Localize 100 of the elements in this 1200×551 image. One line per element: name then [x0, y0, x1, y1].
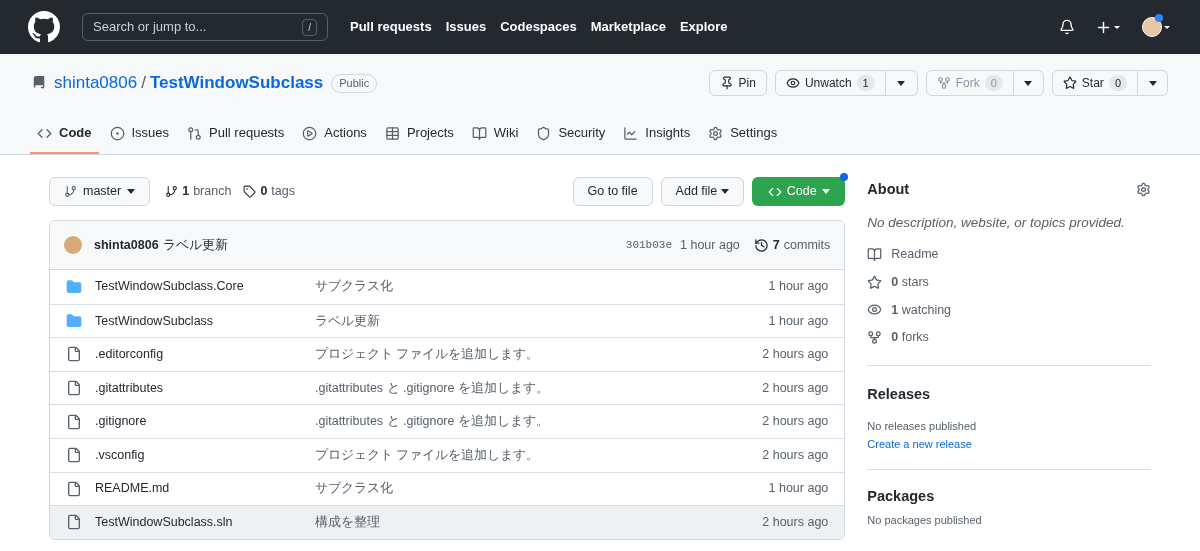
history-icon	[753, 237, 769, 253]
go-to-file-button[interactable]: Go to file	[572, 177, 653, 206]
commit-message-link[interactable]: サブクラス化	[315, 277, 393, 297]
commit-message-link[interactable]: プロジェクト ファイルを追加します。	[315, 345, 540, 364]
commit-time: 1 hour ago	[680, 236, 740, 254]
commit-sha-link[interactable]: 301b03e	[625, 236, 673, 254]
releases-heading: Releases	[867, 385, 932, 404]
repo-tab[interactable]: Wiki	[464, 114, 526, 154]
dropdown-button[interactable]	[1138, 70, 1168, 96]
caret-icon	[821, 189, 830, 194]
about-heading: About	[867, 180, 910, 199]
tags-link[interactable]: 0 tags	[243, 182, 295, 201]
nav-link[interactable]: Pull requests	[350, 17, 432, 37]
commit-time: 2 hours ago	[762, 379, 829, 397]
about-link[interactable]: Readme	[867, 245, 1151, 264]
file-name-link[interactable]: TestWindowSubclass.sln	[95, 513, 315, 532]
commit-time: 1 hour ago	[768, 278, 829, 296]
packages-heading: Packages	[867, 486, 936, 506]
folder-icon	[66, 278, 82, 295]
caret-icon	[1148, 80, 1157, 86]
commit-time: 2 hours ago	[762, 413, 829, 431]
settings-icon	[708, 125, 724, 141]
nav-link[interactable]: Codespaces	[500, 17, 577, 37]
file-icon	[66, 413, 82, 430]
pin-icon	[719, 76, 734, 90]
search-input[interactable]: Search or jump to...	[93, 17, 273, 37]
dropdown-button[interactable]	[1013, 70, 1044, 96]
fork-icon	[936, 76, 951, 90]
branch-icon	[64, 185, 77, 198]
repo-tab[interactable]: Issues	[102, 114, 177, 154]
branch-selector[interactable]: master	[49, 177, 151, 206]
commit-message-link[interactable]: .gitattributes と .gitignore を追加します。	[315, 378, 549, 398]
commit-author-link[interactable]: shinta0806	[94, 235, 159, 255]
count-badge: 0	[1108, 75, 1127, 91]
file-icon	[66, 346, 82, 363]
path-separator: /	[141, 72, 146, 95]
octocat-logo-icon[interactable]	[28, 11, 60, 43]
avatar	[64, 236, 82, 254]
owner-link[interactable]: shinta0806	[54, 70, 138, 96]
eye-icon	[785, 76, 800, 90]
count-badge: 1	[856, 75, 875, 91]
repo-tab[interactable]: Pull requests	[180, 114, 292, 154]
pin-button[interactable]: Pin	[708, 70, 767, 96]
repo-tab[interactable]: Code	[30, 114, 99, 154]
commit-message-link[interactable]: プロジェクト ファイルを追加します。	[315, 445, 540, 465]
repo-tab[interactable]: Actions	[295, 114, 374, 154]
repo-icon	[32, 75, 46, 91]
releases-text: No releases published	[867, 418, 978, 434]
repo-name-link[interactable]: TestWindowSubclass	[149, 70, 324, 96]
create-release-link[interactable]: Create a new release	[867, 436, 1151, 453]
commit-message-link[interactable]: 構成を整理	[315, 513, 380, 532]
file-name-link[interactable]: TestWindowSubclass	[95, 311, 315, 331]
book-icon	[867, 246, 883, 262]
issue-icon	[109, 125, 125, 141]
commit-time: 1 hour ago	[768, 312, 829, 330]
notification-icon[interactable]	[1059, 19, 1075, 35]
file-name-link[interactable]: .gitignore	[95, 412, 315, 432]
repo-tab[interactable]: Security	[529, 114, 613, 154]
repo-tab[interactable]: Projects	[377, 114, 461, 154]
shortcut-key: /	[302, 18, 317, 36]
file-name-link[interactable]: .editorconfig	[95, 345, 315, 364]
watch-button[interactable]: Unwatch 1	[774, 70, 886, 96]
pull-request-icon	[187, 125, 203, 141]
settings-icon[interactable]	[1136, 182, 1151, 198]
about-link[interactable]: 1 watching	[867, 300, 1151, 320]
nav-link[interactable]: Marketplace	[590, 17, 666, 37]
commit-message-link[interactable]: .gitattributes と .gitignore を追加します。	[315, 412, 549, 432]
nav-link[interactable]: Issues	[445, 17, 487, 37]
caret-icon	[127, 189, 136, 194]
add-file-button[interactable]: Add file	[660, 177, 745, 206]
profile-menu[interactable]	[1142, 17, 1172, 37]
branch-icon	[165, 185, 179, 198]
commit-message-link[interactable]: サブクラス化	[315, 479, 393, 499]
file-icon	[66, 514, 82, 531]
commits-link[interactable]: 7 commits	[753, 235, 831, 255]
nav-link[interactable]: Explore	[679, 17, 728, 37]
about-link[interactable]: 0 forks	[867, 328, 1151, 347]
about-description: No description, website, or topics provided.	[867, 213, 1126, 232]
shield-icon	[536, 125, 552, 141]
commit-message-link[interactable]: ラベル更新	[162, 235, 228, 255]
search-field[interactable]: Search or jump to... /	[82, 13, 328, 41]
dropdown-button[interactable]	[885, 70, 918, 96]
star-icon	[867, 274, 883, 290]
file-name-link[interactable]: README.md	[95, 479, 315, 499]
branches-link[interactable]: 1 branch	[165, 182, 232, 201]
file-icon	[66, 380, 82, 397]
repo-tab[interactable]: Settings	[701, 114, 785, 154]
commit-time: 2 hours ago	[762, 446, 829, 464]
file-name-link[interactable]: .vsconfig	[95, 445, 315, 465]
caret-icon	[897, 80, 906, 86]
repo-tab[interactable]: Insights	[616, 114, 698, 154]
file-name-link[interactable]: TestWindowSubclass.Core	[95, 277, 315, 297]
star-icon	[1062, 76, 1077, 90]
star-button[interactable]: Star 0	[1051, 70, 1138, 96]
tag-icon	[243, 185, 257, 198]
commit-message-link[interactable]: ラベル更新	[315, 311, 380, 331]
file-name-link[interactable]: .gitattributes	[95, 378, 315, 398]
about-link[interactable]: 0 stars	[867, 272, 1151, 292]
file-row[interactable]: TestWindowSubclass.sln 構成を整理 2 hours ago	[50, 505, 845, 539]
packages-text: No packages published	[867, 512, 983, 528]
